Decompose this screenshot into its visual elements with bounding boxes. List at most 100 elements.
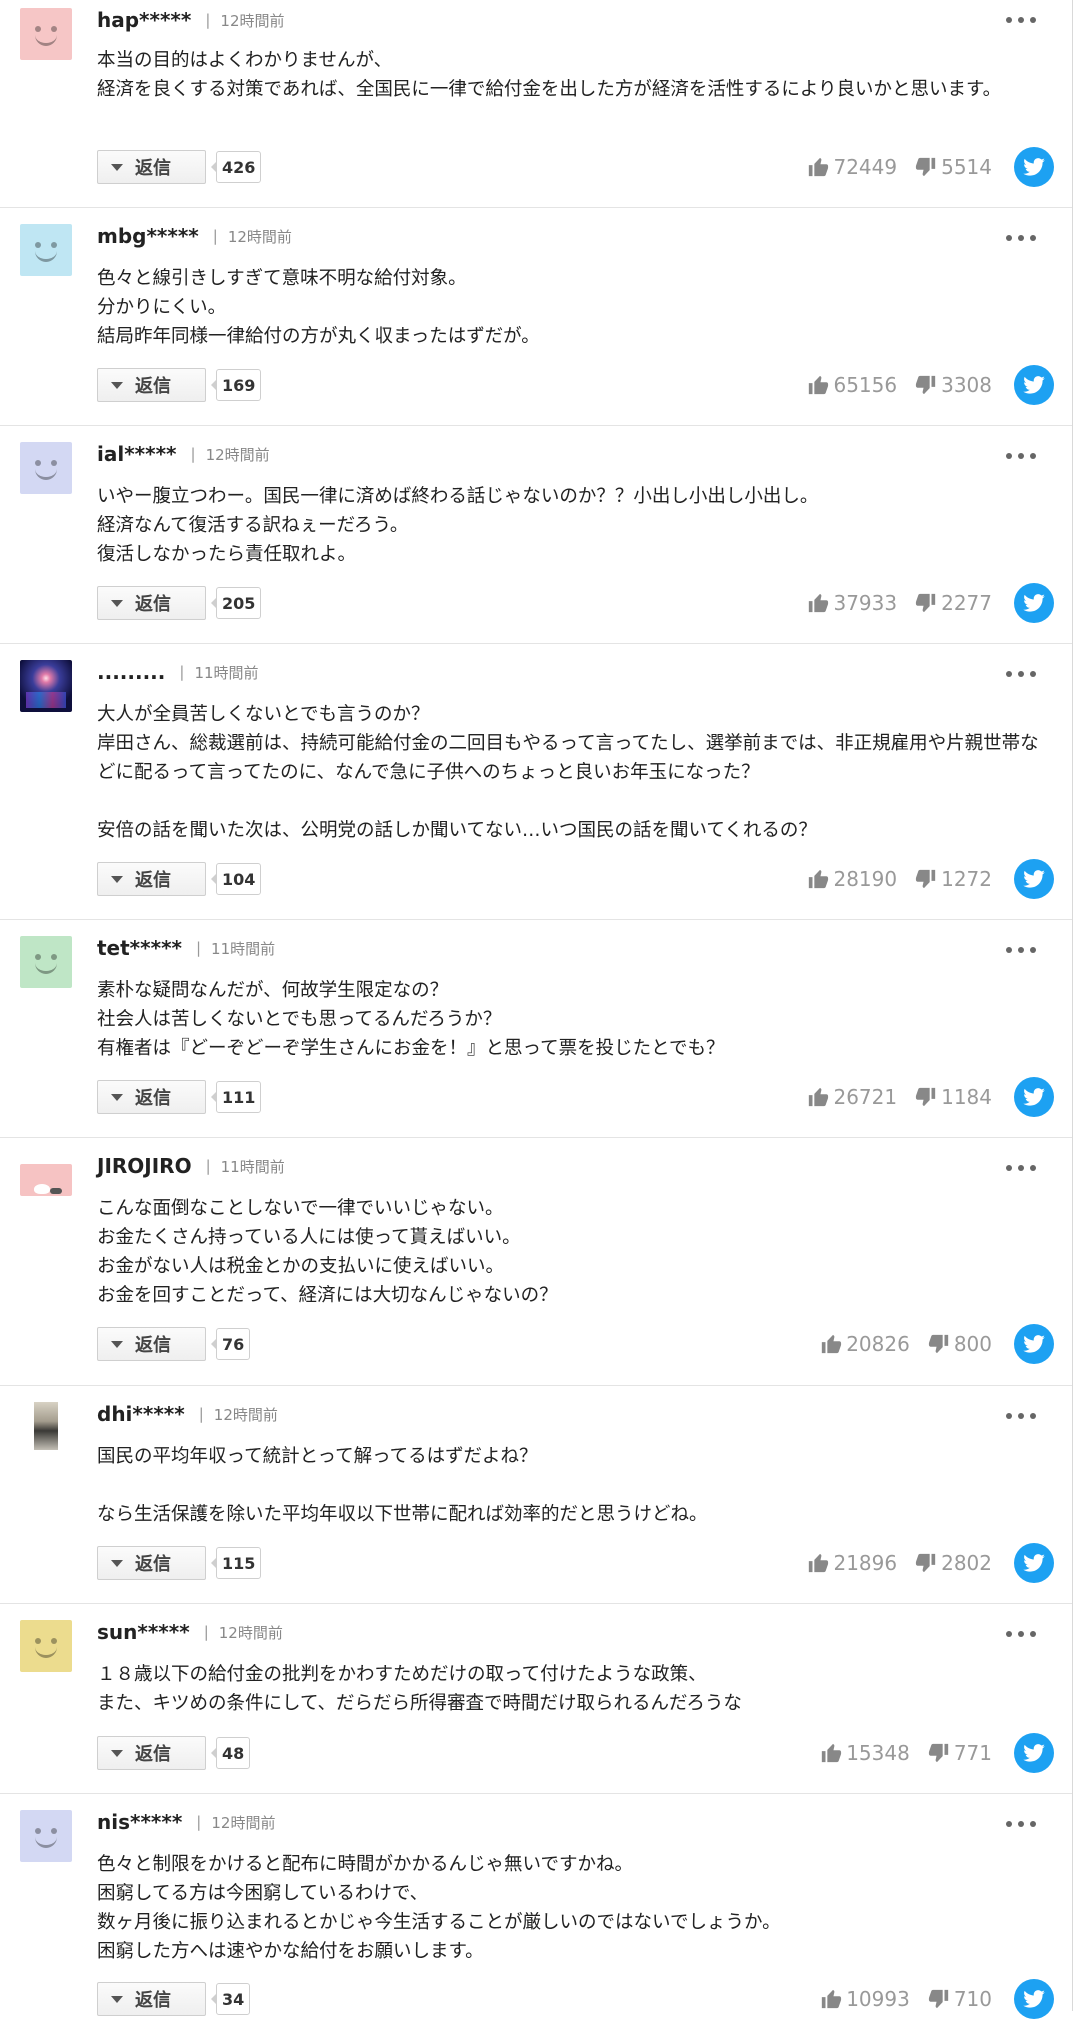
comment-item: mbg***** | 12時間前 色々と線引きしすぎて意味不明な給付対象。 分か…: [0, 208, 1072, 426]
more-options-icon[interactable]: [1006, 1626, 1036, 1642]
divider: |: [179, 663, 185, 681]
username[interactable]: hap*****: [97, 8, 191, 32]
twitter-share-icon[interactable]: [1014, 1324, 1054, 1364]
username[interactable]: .........: [97, 660, 165, 684]
reply-button[interactable]: 返信: [97, 862, 206, 896]
twitter-share-icon[interactable]: [1014, 1979, 1054, 2019]
timestamp: 11時間前: [220, 1157, 285, 1176]
like-button[interactable]: 15348: [820, 1741, 910, 1765]
like-button[interactable]: 21896: [807, 1551, 897, 1575]
more-options-icon[interactable]: [1006, 942, 1036, 958]
more-options-icon[interactable]: [1006, 666, 1036, 682]
like-button[interactable]: 10993: [820, 1987, 910, 2011]
comment-item: ial***** | 12時間前 いやー腹立つわー。国民一律に済めば終わる話じゃ…: [0, 426, 1072, 644]
reply-button[interactable]: 返信: [97, 368, 206, 402]
avatar-lavender-face-icon[interactable]: [20, 442, 72, 494]
username[interactable]: ial*****: [97, 442, 177, 466]
comment-item: tet***** | 11時間前 素朴な疑問なんだが、何故学生限定なの？ 社会人…: [0, 920, 1072, 1138]
dislike-count: 5514: [941, 155, 992, 179]
dislike-button[interactable]: 2277: [915, 591, 992, 615]
more-options-icon[interactable]: [1006, 448, 1036, 464]
reply-label: 返信: [135, 1088, 171, 1109]
avatar-person-photo-icon[interactable]: [20, 1400, 72, 1452]
reply-label: 返信: [135, 376, 171, 397]
reply-count: 426: [210, 151, 262, 183]
comment-text: こんな面倒なことしないで一律でいいじゃない。 お金たくさん持っている人には使って…: [97, 1198, 558, 1306]
timestamp: 12時間前: [213, 1405, 278, 1424]
thumbs-up-icon: [809, 593, 829, 613]
reply-count: 76: [210, 1328, 251, 1360]
caret-down-icon: [111, 1749, 123, 1757]
dislike-button[interactable]: 5514: [915, 155, 992, 179]
twitter-share-icon[interactable]: [1014, 583, 1054, 623]
username[interactable]: nis*****: [97, 1810, 182, 1834]
avatar-green-face-icon[interactable]: [20, 936, 72, 988]
reply-button[interactable]: 返信: [97, 1546, 206, 1580]
username[interactable]: tet*****: [97, 936, 182, 960]
caret-down-icon: [111, 163, 123, 171]
twitter-share-icon[interactable]: [1014, 147, 1054, 187]
avatar-lightblue-face-icon[interactable]: [20, 224, 72, 276]
more-options-icon[interactable]: [1006, 12, 1036, 28]
dislike-button[interactable]: 1184: [915, 1085, 992, 1109]
avatar-pink-face-icon[interactable]: [20, 8, 72, 60]
twitter-share-icon[interactable]: [1014, 1543, 1054, 1583]
thumbs-up-icon: [822, 1743, 842, 1763]
comment-item: hap***** | 12時間前 本当の目的はよくわかりませんが、 経済を良くす…: [0, 0, 1072, 208]
like-button[interactable]: 20826: [820, 1332, 910, 1356]
reply-button[interactable]: 返信: [97, 1736, 206, 1770]
like-button[interactable]: 72449: [807, 155, 897, 179]
twitter-share-icon[interactable]: [1014, 1077, 1054, 1117]
twitter-share-icon[interactable]: [1014, 859, 1054, 899]
twitter-share-icon[interactable]: [1014, 365, 1054, 405]
username[interactable]: JIROJIRO: [97, 1154, 192, 1178]
caret-down-icon: [111, 381, 123, 389]
like-count: 10993: [846, 1987, 910, 2011]
dislike-button[interactable]: 3308: [915, 373, 992, 397]
reply-count: 48: [210, 1737, 251, 1769]
more-options-icon[interactable]: [1006, 1408, 1036, 1424]
comment-text: いやー腹立つわー。国民一律に済めば終わる話じゃないのか？？小出し小出し小出し。 …: [97, 486, 819, 565]
reply-button[interactable]: 返信: [97, 1080, 206, 1114]
thumbs-down-icon: [928, 1989, 948, 2009]
twitter-share-icon[interactable]: [1014, 1733, 1054, 1773]
timestamp: 11時間前: [194, 663, 259, 682]
dislike-button[interactable]: 710: [928, 1987, 992, 2011]
comment-text: １８歳以下の給付金の批判をかわすためだけの取って付けたような政策、 また、キツめ…: [97, 1664, 742, 1714]
avatar-concert-photo-icon[interactable]: [20, 660, 72, 712]
dislike-button[interactable]: 771: [928, 1741, 992, 1765]
caret-down-icon: [111, 1559, 123, 1567]
caret-down-icon: [111, 1093, 123, 1101]
more-options-icon[interactable]: [1006, 230, 1036, 246]
like-button[interactable]: 26721: [807, 1085, 897, 1109]
comment-item: nis***** | 12時間前 色々と制限をかけると配布に時間がかかるんじゃ無…: [0, 1794, 1072, 2019]
thumbs-down-icon: [916, 1087, 936, 1107]
timestamp: 12時間前: [211, 1813, 276, 1832]
username[interactable]: mbg*****: [97, 224, 199, 248]
dislike-button[interactable]: 2802: [915, 1551, 992, 1575]
reply-count: 111: [210, 1081, 262, 1113]
username[interactable]: sun*****: [97, 1620, 190, 1644]
divider: |: [195, 939, 202, 957]
reply-button[interactable]: 返信: [97, 1327, 206, 1361]
dislike-button[interactable]: 800: [928, 1332, 992, 1356]
like-button[interactable]: 65156: [807, 373, 897, 397]
reply-button[interactable]: 返信: [97, 586, 206, 620]
more-options-icon[interactable]: [1006, 1160, 1036, 1176]
dislike-button[interactable]: 1272: [915, 867, 992, 891]
divider: |: [190, 445, 196, 463]
like-button[interactable]: 37933: [807, 591, 897, 615]
avatar-lavender-face-icon[interactable]: [20, 1810, 72, 1862]
reply-count: 34: [210, 1983, 251, 2015]
thumbs-up-icon: [809, 157, 829, 177]
username[interactable]: dhi*****: [97, 1402, 185, 1426]
more-options-icon[interactable]: [1006, 1816, 1036, 1832]
like-button[interactable]: 28190: [807, 867, 897, 891]
dislike-count: 800: [953, 1332, 992, 1356]
avatar-yellow-face-icon[interactable]: [20, 1620, 72, 1672]
comment-text: 色々と制限をかけると配布に時間がかかるんじゃ無いですかね。 困窮してる方は今困窮…: [97, 1854, 781, 1962]
thumbs-down-icon: [928, 1334, 948, 1354]
avatar-cat-photo-icon[interactable]: [20, 1164, 72, 1196]
reply-button[interactable]: 返信: [97, 150, 206, 184]
reply-count: 104: [210, 863, 262, 895]
